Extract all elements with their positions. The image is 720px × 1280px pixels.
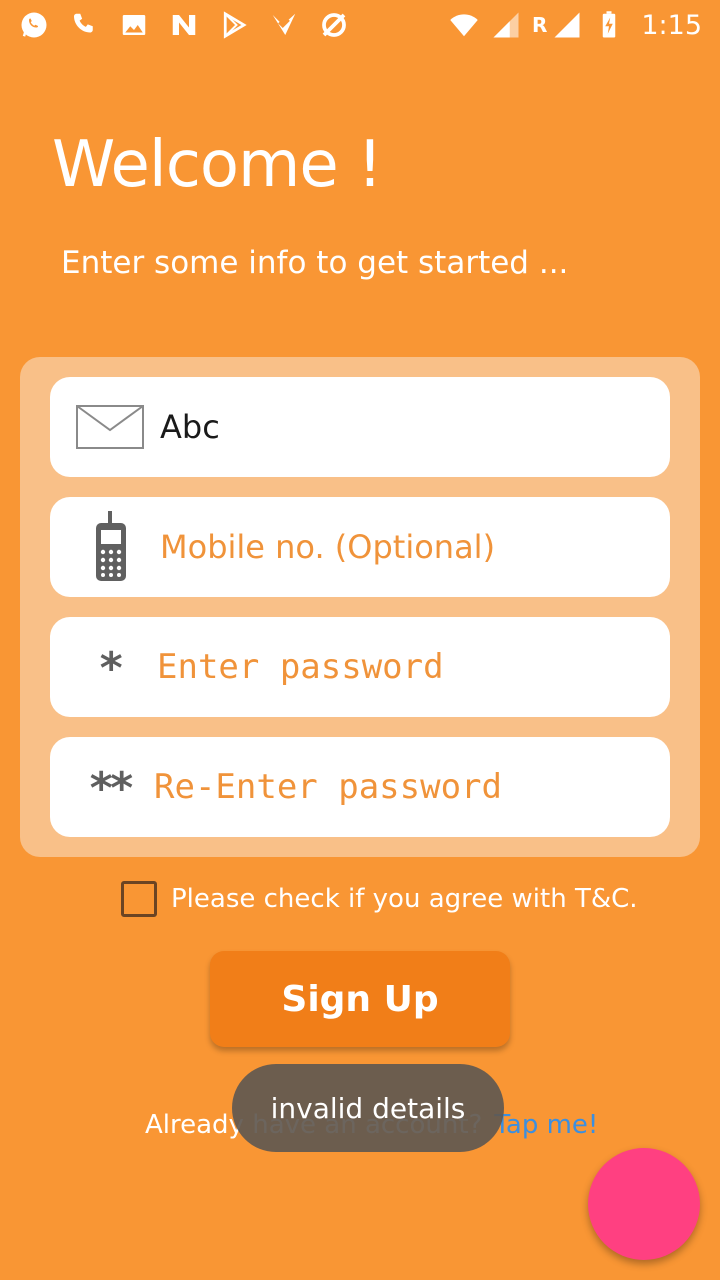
floating-action-button[interactable] [588,1148,700,1260]
terms-row: Please check if you agree with T&C. [121,881,638,917]
mobile-placeholder: Mobile no. (Optional) [160,528,496,566]
status-bar: R 1:15 [0,0,720,50]
checkmark-app-icon [268,9,300,41]
password-placeholder: Enter password [157,647,444,687]
email-value: Abc [160,408,220,446]
double-asterisk-icon: ** [88,763,135,814]
play-store-icon [218,9,250,41]
terms-label: Please check if you agree with T&C. [171,884,638,914]
n-app-icon [168,9,200,41]
signal-icon [490,9,522,41]
login-link[interactable]: Tap me! [494,1110,598,1140]
email-field[interactable]: Abc [50,377,670,477]
notification-icons [18,9,350,41]
page-title: Welcome ! [52,128,383,202]
status-time: 1:15 [641,9,702,41]
whatsapp-icon [18,9,50,41]
terms-checkbox[interactable] [121,881,157,917]
system-icons: R 1:15 [448,9,702,41]
muted-icon [318,9,350,41]
envelope-icon [76,405,144,449]
battery-charging-icon [593,9,625,41]
password-field[interactable]: * Enter password [50,617,670,717]
repassword-placeholder: Re-Enter password [154,767,502,807]
image-icon [118,9,150,41]
repassword-field[interactable]: ** Re-Enter password [50,737,670,837]
phone-icon [68,9,100,41]
sign-up-button[interactable]: Sign Up [210,951,510,1047]
mobile-field[interactable]: Mobile no. (Optional) [50,497,670,597]
wifi-icon [448,9,480,41]
page-subtitle: Enter some info to get started ... [61,245,569,281]
signal-icon-2 [551,9,583,41]
roaming-indicator: R [531,13,548,37]
mobile-phone-icon [94,511,128,583]
asterisk-icon: * [98,643,125,694]
toast-message: invalid details [232,1064,504,1152]
